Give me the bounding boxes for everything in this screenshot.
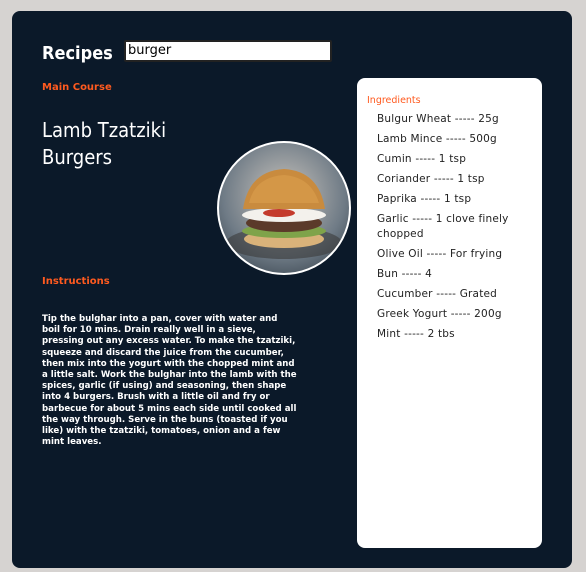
ingredient-item: Coriander ----- 1 tsp bbox=[377, 173, 485, 185]
ingredients-list: Bulgur Wheat ----- 25g Lamb Mince ----- … bbox=[377, 112, 537, 347]
ingredient-item: Cucumber ----- Grated bbox=[377, 288, 498, 300]
ingredient-item: Mint ----- 2 tbs bbox=[377, 328, 455, 340]
recipe-photo bbox=[217, 141, 351, 275]
ingredient-item: Lamb Mince ----- 500g bbox=[377, 133, 497, 145]
recipe-category: Main Course bbox=[42, 82, 112, 93]
burger-image bbox=[226, 169, 342, 259]
ingredient-item: Bulgur Wheat ----- 25g bbox=[377, 113, 499, 125]
ingredient-item: Paprika ----- 1 tsp bbox=[377, 193, 472, 205]
page-title: Recipes bbox=[42, 43, 113, 64]
recipe-title: Lamb Tzatziki Burgers bbox=[42, 118, 167, 169]
ingredient-item: Bun ----- 4 bbox=[377, 268, 433, 280]
ingredient-item: Olive Oil ----- For frying bbox=[377, 248, 503, 260]
recipe-card: Recipes Main Course Lamb Tzatziki Burger… bbox=[12, 11, 572, 568]
ingredient-item: Greek Yogurt ----- 200g bbox=[377, 308, 502, 320]
ingredient-item: Cumin ----- 1 tsp bbox=[377, 153, 467, 165]
ingredients-label: Ingredients bbox=[367, 95, 421, 106]
search-input[interactable] bbox=[124, 40, 332, 62]
instructions-label: Instructions bbox=[42, 276, 110, 287]
ingredients-panel: Ingredients Bulgur Wheat ----- 25g Lamb … bbox=[357, 78, 542, 548]
instructions-text: Tip the bulghar into a pan, cover with w… bbox=[42, 314, 297, 448]
ingredient-item: Garlic ----- 1 clove finely chopped bbox=[377, 213, 509, 240]
